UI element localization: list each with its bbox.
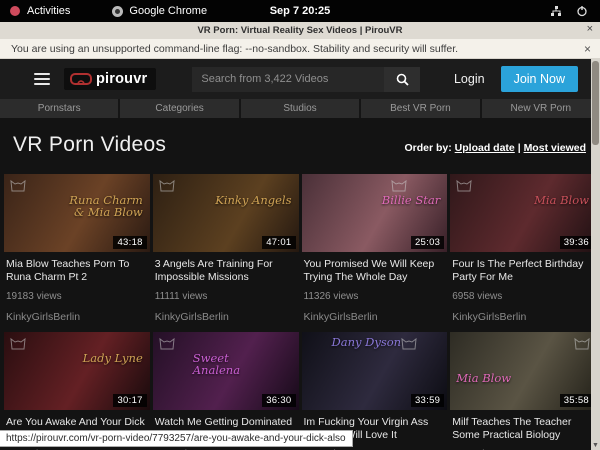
order-separator: |	[518, 142, 521, 154]
site-header: pirouvr Login Join Now	[0, 59, 600, 99]
video-thumbnail[interactable]: Dany Dyson 33:59	[302, 332, 448, 410]
thumbnail-overlay-text: Dany Dyson	[332, 336, 402, 348]
nav-item-pornstars[interactable]: Pornstars	[0, 99, 118, 118]
video-thumbnail[interactable]: Lady Lyne 30:17	[4, 332, 150, 410]
thumbnail-overlay-text: Billie Star	[382, 194, 440, 206]
system-top-bar: Activities Google Chrome Sep 7 20:25	[0, 0, 600, 22]
thumbnail-overlay-text: Lady Lyne	[83, 352, 143, 364]
video-title-link[interactable]: Milf Teaches The Teacher Some Practical …	[450, 416, 596, 442]
studio-logo-icon	[10, 336, 26, 350]
thumbnail-overlay-text: Mia Blow	[534, 194, 589, 206]
scrollbar-down-arrow-icon[interactable]: ▼	[591, 442, 600, 449]
video-title-link[interactable]: Mia Blow Teaches Porn To Runa Charm Pt 2	[4, 258, 150, 284]
order-by-controls: Order by: Upload date | Most viewed	[404, 142, 586, 157]
duration-badge: 47:01	[262, 236, 295, 249]
thumbnail-overlay-text: Mia Blow	[456, 372, 511, 384]
duration-badge: 30:17	[113, 394, 146, 407]
video-views: 6958 views	[450, 291, 596, 302]
studio-logo-icon	[159, 178, 175, 192]
studio-link[interactable]: KinkyGirlsBerlin	[450, 311, 596, 323]
network-icon[interactable]	[550, 5, 562, 17]
video-title-link[interactable]: 3 Angels Are Training For Impossible Mis…	[153, 258, 299, 284]
video-thumbnail[interactable]: Mia Blow 39:36	[450, 174, 596, 252]
vr-goggles-icon	[70, 73, 92, 85]
nav-item-best-vr[interactable]: Best VR Porn	[361, 99, 479, 118]
video-card: Mia Blow 35:58 Milf Teaches The Teacher …	[450, 332, 596, 450]
power-icon[interactable]	[576, 5, 588, 17]
search-input[interactable]	[192, 67, 384, 92]
login-link[interactable]: Login	[454, 72, 485, 86]
duration-badge: 39:36	[560, 236, 593, 249]
duration-badge: 35:58	[560, 394, 593, 407]
order-most-viewed-link[interactable]: Most viewed	[524, 142, 586, 154]
studio-logo-icon	[574, 336, 590, 350]
duration-badge: 43:18	[113, 236, 146, 249]
nav-item-categories[interactable]: Categories	[120, 99, 238, 118]
video-views: 11111 views	[153, 291, 299, 302]
video-card: Runa Charm & Mia Blow 43:18 Mia Blow Tea…	[4, 174, 150, 332]
site-logo[interactable]: pirouvr	[64, 68, 156, 90]
sandbox-warning-bar: You are using an unsupported command-lin…	[0, 39, 600, 59]
window-close-icon[interactable]: ×	[587, 23, 593, 35]
video-thumbnail[interactable]: Runa Charm & Mia Blow 43:18	[4, 174, 150, 252]
video-views: 19183 views	[4, 291, 150, 302]
video-thumbnail[interactable]: Sweet Analena 36:30	[153, 332, 299, 410]
browser-viewport: pirouvr Login Join Now Pornstars Categor…	[0, 59, 600, 450]
screen: Activities Google Chrome Sep 7 20:25 VR …	[0, 0, 600, 450]
duration-badge: 25:03	[411, 236, 444, 249]
duration-badge: 36:30	[262, 394, 295, 407]
video-card: Kinky Angels 47:01 3 Angels Are Training…	[153, 174, 299, 332]
studio-link[interactable]: KinkyGirlsBerlin	[4, 311, 150, 323]
video-card: Billie Star 25:03 You Promised We Will K…	[302, 174, 448, 332]
search-button[interactable]	[384, 67, 420, 92]
studio-logo-icon	[159, 336, 175, 350]
order-upload-date-link[interactable]: Upload date	[455, 142, 515, 154]
video-thumbnail[interactable]: Billie Star 25:03	[302, 174, 448, 252]
thumbnail-overlay-text: Kinky Angels	[215, 194, 291, 206]
scrollbar-thumb[interactable]	[592, 61, 599, 145]
thumbnail-overlay-text: Runa Charm & Mia Blow	[63, 194, 143, 218]
video-thumbnail[interactable]: Mia Blow 35:58	[450, 332, 596, 410]
logo-text: pirouvr	[96, 71, 147, 87]
nav-item-studios[interactable]: Studios	[241, 99, 359, 118]
sandbox-warning-text: You are using an unsupported command-lin…	[11, 43, 458, 55]
hamburger-menu-icon[interactable]	[34, 73, 50, 85]
nav-item-new-vr[interactable]: New VR Porn	[482, 99, 600, 118]
infobar-close-icon[interactable]: ×	[584, 42, 591, 56]
video-views: 11326 views	[302, 291, 448, 302]
join-now-button[interactable]: Join Now	[501, 66, 578, 92]
search-icon	[396, 73, 409, 86]
status-url-tooltip: https://pirouvr.com/vr-porn-video/779325…	[0, 430, 353, 447]
studio-logo-icon	[10, 178, 26, 192]
thumbnail-overlay-text: Sweet Analena	[193, 352, 273, 376]
duration-badge: 33:59	[411, 394, 444, 407]
scrollbar[interactable]: ▼	[591, 59, 600, 450]
video-title-link[interactable]: You Promised We Will Keep Trying The Who…	[302, 258, 448, 284]
window-title: VR Porn: Virtual Reality Sex Videos | Pi…	[197, 25, 402, 36]
video-grid: Runa Charm & Mia Blow 43:18 Mia Blow Tea…	[0, 174, 600, 450]
studio-link[interactable]: KinkyGirlsBerlin	[153, 311, 299, 323]
studio-link[interactable]: KinkyGirlsBerlin	[302, 311, 448, 323]
order-by-label: Order by:	[404, 142, 451, 154]
search-bar	[192, 67, 420, 92]
video-thumbnail[interactable]: Kinky Angels 47:01	[153, 174, 299, 252]
video-card: Mia Blow 39:36 Four Is The Perfect Birth…	[450, 174, 596, 332]
main-nav: Pornstars Categories Studios Best VR Por…	[0, 99, 600, 118]
page-title: VR Porn Videos	[13, 133, 166, 157]
clock[interactable]: Sep 7 20:25	[0, 5, 600, 17]
studio-logo-icon	[456, 178, 472, 192]
window-title-bar[interactable]: VR Porn: Virtual Reality Sex Videos | Pi…	[0, 22, 600, 39]
video-title-link[interactable]: Four Is The Perfect Birthday Party For M…	[450, 258, 596, 284]
studio-logo-icon	[391, 178, 407, 192]
studio-logo-icon	[401, 336, 417, 350]
